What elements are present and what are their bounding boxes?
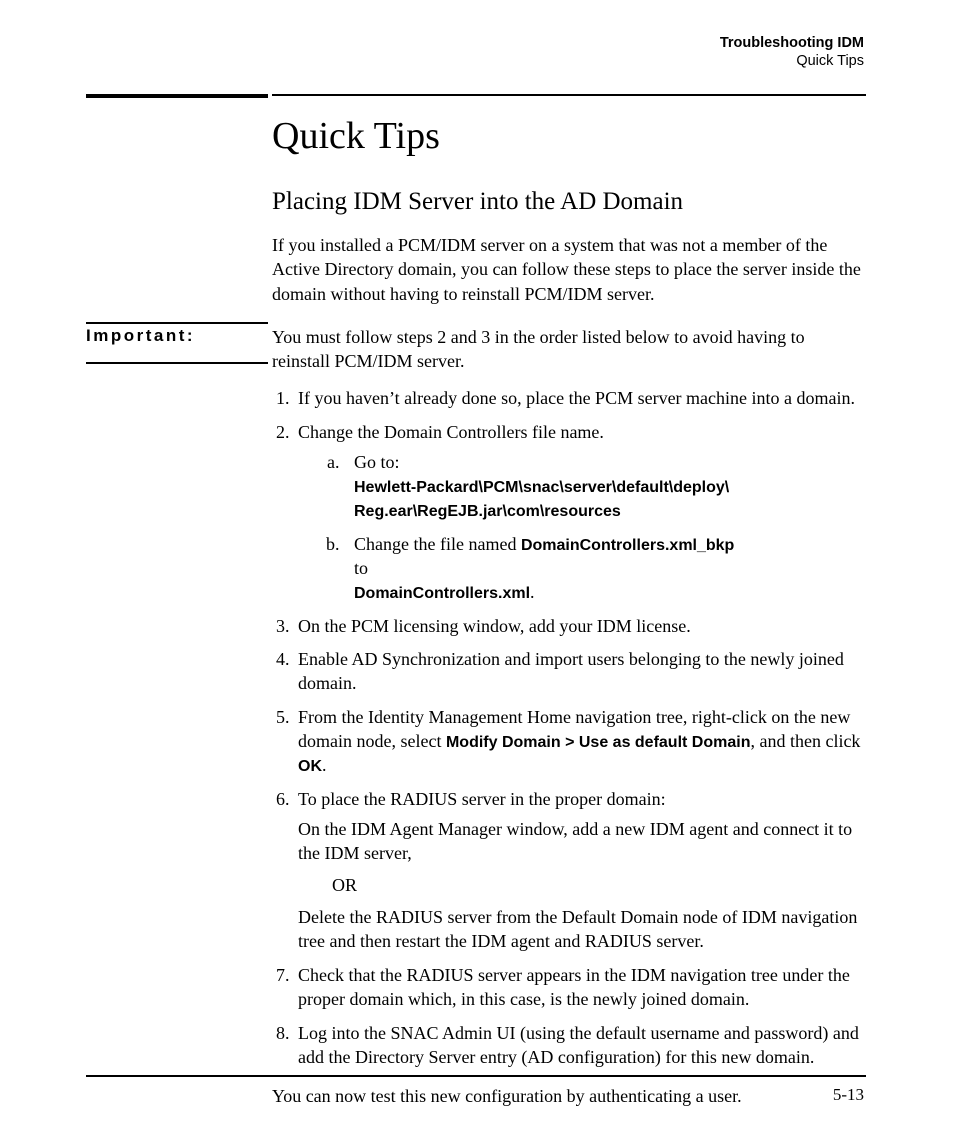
- steps-block: If you haven’t already done so, place th…: [272, 387, 866, 1107]
- step-2: Change the Domain Controllers file name.…: [294, 421, 866, 605]
- step-2-text: Change the Domain Controllers file name.: [298, 422, 604, 442]
- step-5-ok: OK: [298, 758, 322, 775]
- step-5-post: .: [322, 755, 327, 775]
- running-header: Troubleshooting IDM Quick Tips: [720, 34, 864, 70]
- ornament-rule-long: [272, 94, 866, 96]
- step-2b-file-old: DomainControllers.xml_bkp: [521, 537, 734, 554]
- step-2a-lead: Go to:: [354, 452, 400, 472]
- page-number: 5-13: [833, 1085, 864, 1105]
- step-7: Check that the RADIUS server appears in …: [294, 964, 866, 1012]
- sidebar-rule: [86, 362, 268, 364]
- step-1: If you haven’t already done so, place th…: [294, 387, 866, 411]
- important-paragraph: You must follow steps 2 and 3 in the ord…: [272, 325, 866, 374]
- step-4: Enable AD Synchronization and import use…: [294, 648, 866, 696]
- step-6-option-b: Delete the RADIUS server from the Defaul…: [298, 906, 866, 954]
- step-6-option-a: On the IDM Agent Manager window, add a n…: [298, 818, 866, 866]
- important-label: Important:: [86, 326, 195, 346]
- ordered-steps: If you haven’t already done so, place th…: [272, 387, 866, 1070]
- step-8: Log into the SNAC Admin UI (using the de…: [294, 1022, 866, 1070]
- step-2-substeps: Go to: Hewlett-Packard\PCM\snac\server\d…: [298, 451, 866, 605]
- header-section: Quick Tips: [720, 52, 864, 70]
- step-2b-mid: to: [354, 558, 368, 578]
- step-2b: Change the file named DomainControllers.…: [344, 533, 866, 605]
- step-2a-path-line2: Reg.ear\RegEJB.jar\com\resources: [354, 503, 621, 520]
- step-3: On the PCM licensing window, add your ID…: [294, 615, 866, 639]
- sidebar-rule: [86, 322, 268, 324]
- intro-paragraph: If you installed a PCM/IDM server on a s…: [272, 233, 866, 306]
- page-title: Quick Tips: [272, 114, 440, 158]
- step-5: From the Identity Management Home naviga…: [294, 706, 866, 778]
- footer-rule: [86, 1075, 866, 1077]
- section-heading: Placing IDM Server into the AD Domain: [272, 188, 683, 216]
- closing-paragraph: You can now test this new configuration …: [272, 1086, 866, 1107]
- step-2b-file-new: DomainControllers.xml: [354, 585, 530, 602]
- step-5-menu-path: Modify Domain > Use as default Domain: [446, 734, 751, 751]
- step-6-lead: To place the RADIUS server in the proper…: [298, 789, 666, 809]
- step-6: To place the RADIUS server in the proper…: [294, 788, 866, 954]
- ornament-rule-short: [86, 94, 268, 98]
- step-2a: Go to: Hewlett-Packard\PCM\snac\server\d…: [344, 451, 866, 523]
- step-5-mid: , and then click: [750, 731, 860, 751]
- step-2b-post: .: [530, 582, 535, 602]
- step-2a-path-line1: Hewlett-Packard\PCM\snac\server\default\…: [354, 479, 729, 496]
- document-page: Troubleshooting IDM Quick Tips Quick Tip…: [0, 0, 954, 1145]
- step-6-or: OR: [332, 874, 866, 898]
- step-2b-pre: Change the file named: [354, 534, 521, 554]
- header-chapter: Troubleshooting IDM: [720, 34, 864, 52]
